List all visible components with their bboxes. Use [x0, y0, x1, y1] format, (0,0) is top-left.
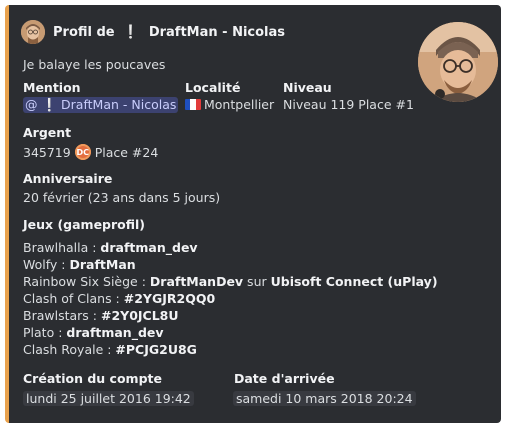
- game-entry: Brawlhalla : draftman_dev: [23, 240, 198, 255]
- joined-label: Date d'arrivée: [234, 371, 335, 386]
- money-value: 345719 DC Place #24: [23, 144, 159, 160]
- games-label: Jeux (gameprofil): [23, 217, 146, 232]
- location-value: Montpellier: [185, 97, 274, 112]
- user-mention[interactable]: @ ❕ DraftMan - Nicolas: [23, 97, 179, 113]
- author-avatar[interactable]: [21, 20, 45, 44]
- created-label: Création du compte: [23, 371, 162, 386]
- games-list: Brawlhalla : draftman_dev Wolfy : DraftM…: [23, 239, 438, 358]
- level-label: Niveau: [283, 80, 332, 95]
- mention-value[interactable]: @ ❕ DraftMan - Nicolas: [23, 97, 179, 113]
- money-label: Argent: [23, 125, 72, 140]
- game-entry: Wolfy : DraftMan: [23, 257, 136, 272]
- profile-embed: Profil de ❕ DraftMan - Nicolas Je balaye…: [5, 5, 501, 423]
- joined-timestamp[interactable]: samedi 10 mars 2018 20:24: [233, 391, 416, 406]
- profile-thumbnail[interactable]: [418, 22, 498, 102]
- game-entry: Brawlstars : #2Y0JCL8U: [23, 308, 179, 323]
- birthday-value: 20 février (23 ans dans 5 jours): [23, 190, 221, 205]
- exclamation-icon: ❕: [41, 97, 58, 112]
- game-entry: Clash Royale : #PCJG2U8G: [23, 342, 197, 357]
- embed-author: Profil de ❕ DraftMan - Nicolas: [21, 20, 285, 44]
- flag-france-icon: [185, 99, 201, 110]
- level-value: Niveau 119 Place #1: [283, 97, 414, 112]
- author-name[interactable]: DraftMan - Nicolas: [149, 25, 285, 40]
- game-entry: Plato : draftman_dev: [23, 325, 164, 340]
- embed-description: Je balaye les poucaves: [23, 57, 166, 72]
- mention-label: Mention: [23, 80, 81, 95]
- game-entry: Rainbow Six Siège : DraftManDev sur Ubis…: [23, 274, 438, 289]
- author-prefix: Profil de: [53, 24, 115, 40]
- game-entry: Clash of Clans : #2YGJR2QQ0: [23, 291, 216, 306]
- location-label: Localité: [185, 80, 241, 95]
- created-timestamp[interactable]: lundi 25 juillet 2016 19:42: [23, 391, 194, 406]
- birthday-label: Anniversaire: [23, 171, 113, 186]
- exclamation-icon: ❕: [122, 24, 139, 40]
- coin-icon: DC: [74, 144, 91, 160]
